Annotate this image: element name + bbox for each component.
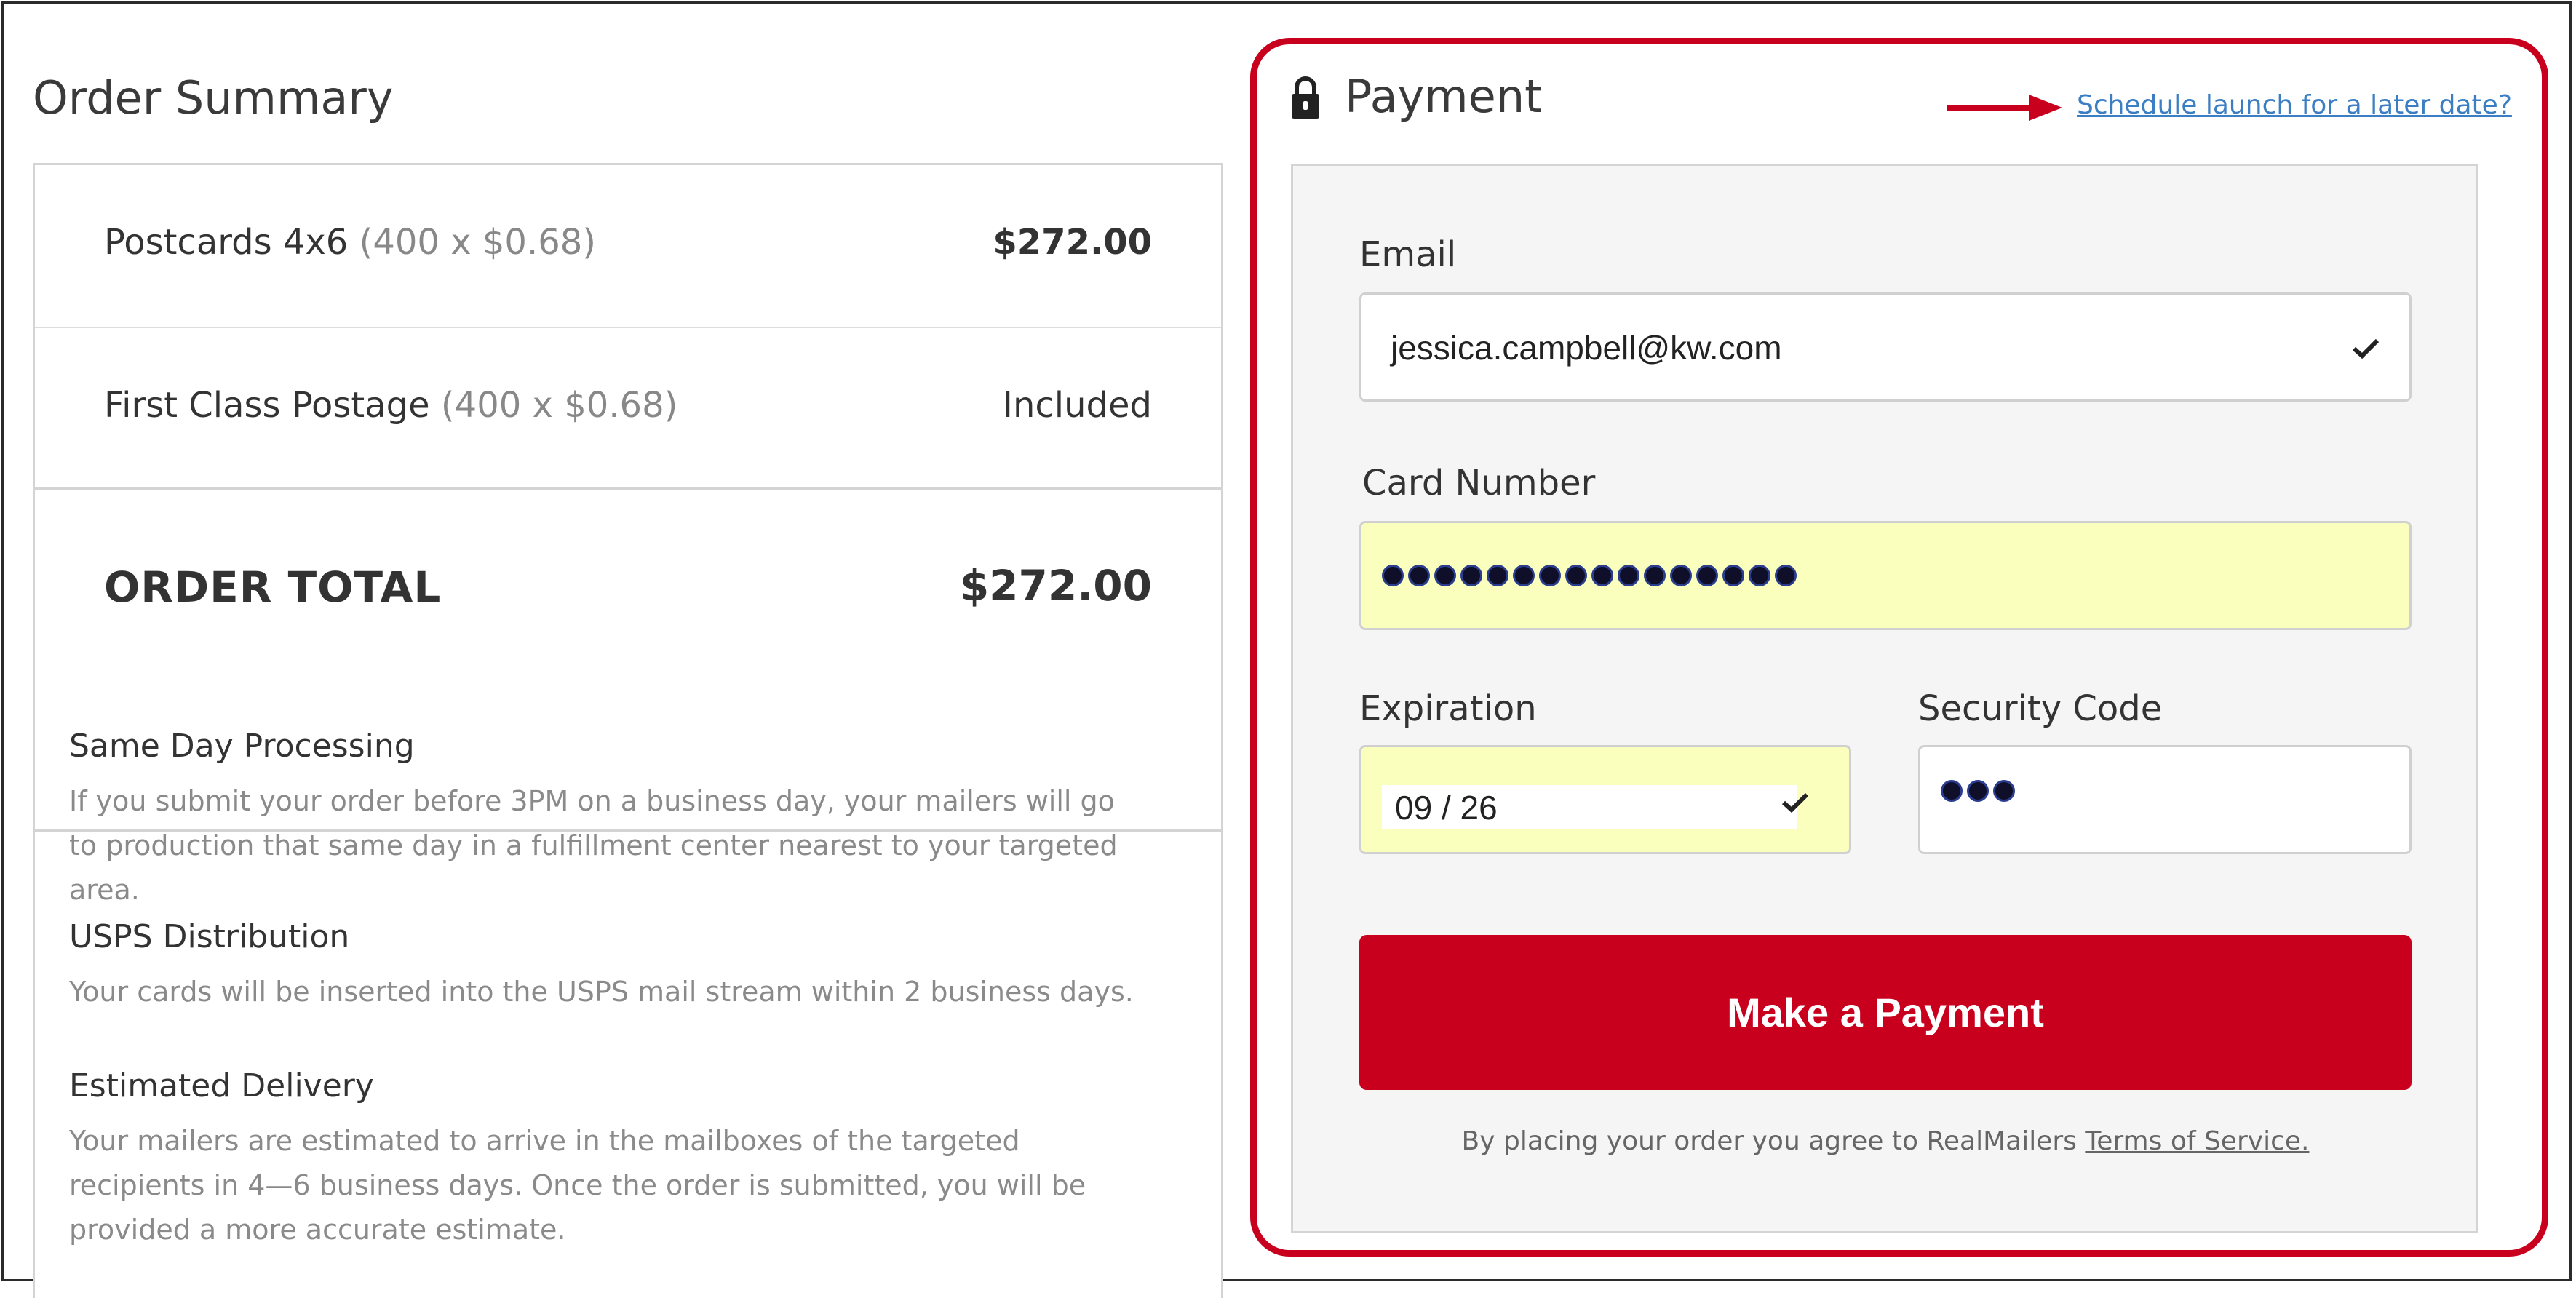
line-item-label: First Class Postage (400 x $0.68)	[104, 385, 677, 426]
order-line-item: First Class Postage (400 x $0.68) Includ…	[35, 328, 1221, 490]
schedule-launch-link[interactable]: Schedule launch for a later date?	[2077, 90, 2512, 120]
masked-dot	[1460, 565, 1482, 586]
order-summary-title: Order Summary	[33, 71, 394, 124]
masked-dot	[1670, 565, 1692, 586]
expiration-field[interactable]: 09 / 26	[1359, 745, 1851, 854]
card-number-field[interactable]	[1359, 521, 2412, 630]
security-code-masked	[1941, 780, 2015, 803]
order-total-value: $272.00	[959, 561, 1152, 610]
security-code-label: Security Code	[1918, 688, 2163, 729]
line-item-price: $272.00	[993, 222, 1152, 263]
check-icon	[1781, 792, 1809, 813]
card-number-label: Card Number	[1362, 463, 1596, 503]
masked-dot	[1565, 565, 1587, 586]
line-item-qty: (400 x $0.68)	[440, 385, 678, 426]
email-label: Email	[1359, 234, 1457, 275]
masked-dot	[1967, 780, 1989, 803]
info-text: Your mailers are estimated to arrive in …	[69, 1125, 1086, 1246]
info-same-day-processing: Same Day Processing If you submit your o…	[69, 728, 1146, 912]
masked-dot	[1722, 565, 1744, 586]
card-number-masked	[1382, 565, 1797, 586]
line-item-qty: (400 x $0.68)	[359, 222, 597, 263]
masked-dot	[1941, 780, 1963, 803]
info-usps-distribution: USPS Distribution Your cards will be ins…	[69, 918, 1146, 1014]
masked-dot	[1644, 565, 1666, 586]
info-title: Estimated Delivery	[69, 1067, 374, 1104]
masked-dot	[1434, 565, 1456, 586]
security-code-field[interactable]	[1918, 745, 2412, 854]
line-item-name: First Class Postage	[104, 385, 430, 426]
masked-dot	[1993, 780, 2015, 803]
info-text: If you submit your order before 3PM on a…	[69, 785, 1118, 906]
check-icon	[2352, 338, 2380, 359]
masked-dot	[1618, 565, 1639, 586]
lock-icon	[1292, 76, 1319, 119]
order-line-item: Postcards 4x6 (400 x $0.68) $272.00	[35, 165, 1221, 328]
masked-dot	[1749, 565, 1770, 586]
masked-dot	[1513, 565, 1535, 586]
arrow-right-icon	[1947, 95, 2062, 121]
line-item-price: Included	[1002, 385, 1152, 426]
payment-title: Payment	[1345, 70, 1543, 123]
masked-dot	[1591, 565, 1613, 586]
masked-dot	[1487, 565, 1508, 586]
line-item-label: Postcards 4x6 (400 x $0.68)	[104, 222, 596, 263]
masked-dot	[1696, 565, 1718, 586]
terms-notice: By placing your order you agree to RealM…	[1359, 1126, 2412, 1156]
make-payment-button[interactable]: Make a Payment	[1359, 935, 2412, 1090]
email-field[interactable]: jessica.campbell@kw.com	[1359, 292, 2412, 402]
terms-of-service-link[interactable]: Terms of Service.	[2085, 1126, 2309, 1156]
masked-dot	[1408, 565, 1430, 586]
expiration-value: 09 / 26	[1395, 789, 1498, 827]
info-estimated-delivery: Estimated Delivery Your mailers are esti…	[69, 1067, 1146, 1252]
order-total-label: ORDER TOTAL	[104, 562, 442, 612]
masked-dot	[1539, 565, 1561, 586]
email-value: jessica.campbell@kw.com	[1391, 329, 1782, 367]
masked-dot	[1382, 565, 1404, 586]
info-text: Your cards will be inserted into the USP…	[69, 976, 1134, 1008]
expiration-label: Expiration	[1359, 688, 1537, 729]
terms-text: By placing your order you agree to RealM…	[1461, 1126, 2077, 1156]
masked-dot	[1775, 565, 1797, 586]
line-item-name: Postcards 4x6	[104, 222, 349, 263]
info-title: Same Day Processing	[69, 728, 415, 765]
info-title: USPS Distribution	[69, 918, 350, 955]
